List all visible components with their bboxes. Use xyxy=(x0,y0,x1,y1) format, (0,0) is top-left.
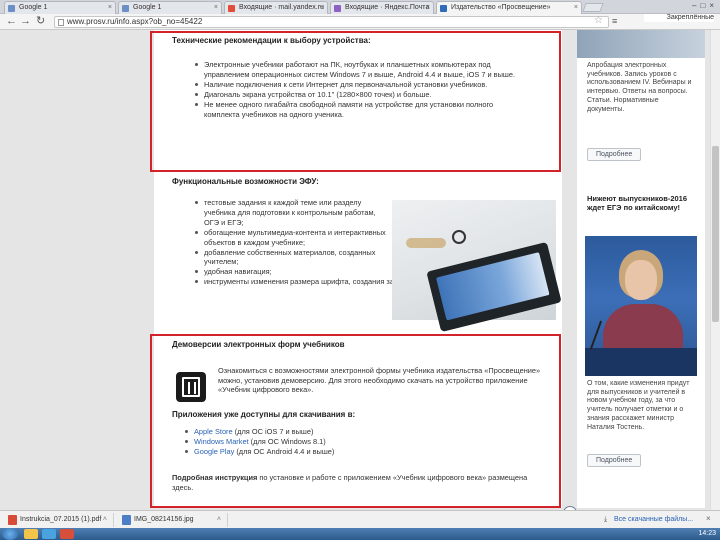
download-bar: Instrukcia_07.2015 (1).pdf ˄ IMG_0821415… xyxy=(0,510,720,528)
address-toolbar: ← → ↻ www.prosv.ru/info.aspx?ob_no=45422… xyxy=(0,14,720,30)
news-photo xyxy=(585,236,697,376)
close-icon[interactable]: × xyxy=(574,2,578,14)
magnifier-icon xyxy=(452,230,466,244)
more-button[interactable]: Подробнее xyxy=(587,454,642,467)
pdf-icon xyxy=(8,515,17,525)
chevron-up-icon[interactable]: ˄ xyxy=(103,513,107,527)
window-controls[interactable]: –□× xyxy=(692,1,718,10)
sidebar-banner xyxy=(577,30,705,58)
download-filename: Instrukcia_07.2015 (1).pdf xyxy=(20,516,102,523)
section-title: Функциональные возможности ЭФУ: xyxy=(172,177,319,186)
close-icon[interactable]: × xyxy=(426,2,430,14)
google-icon xyxy=(122,5,129,12)
list-item: удобная навигация; xyxy=(194,267,390,277)
tablet-photo xyxy=(392,200,562,333)
news-title[interactable]: Нижеют выпускников-2016 ждет ЕГЭ по кита… xyxy=(587,194,699,212)
features-list: тестовые задания к каждой теме или разде… xyxy=(194,198,455,287)
tab-0[interactable]: Google 1 × xyxy=(4,1,116,14)
start-button[interactable] xyxy=(2,528,18,540)
url-text: www.prosv.ru/info.aspx?ob_no=45422 xyxy=(67,17,203,26)
clock[interactable]: 14:23 xyxy=(698,528,716,540)
bookmark-star-icon[interactable]: ☆ xyxy=(594,15,603,26)
forward-icon[interactable]: → xyxy=(20,15,31,28)
download-item[interactable]: Instrukcia_07.2015 (1).pdf ˄ xyxy=(6,513,114,527)
close-icon[interactable]: × xyxy=(320,2,324,14)
tab-strip: Google 1 × Google 1 × Входящие · mail.ya… xyxy=(0,0,720,14)
news-text: О том, какие изменения придут для выпуск… xyxy=(587,380,690,431)
back-icon[interactable]: ← xyxy=(6,15,17,28)
close-icon[interactable]: × xyxy=(706,514,711,523)
list-item: добавление собственных материалов, созда… xyxy=(194,248,390,268)
close-icon[interactable]: × xyxy=(108,2,112,14)
tab-label: Google 1 xyxy=(133,4,162,11)
chevron-up-icon[interactable]: ˄ xyxy=(217,513,221,527)
microphone-icon xyxy=(589,320,603,350)
download-item[interactable]: IMG_08214156.jpg ˄ xyxy=(120,513,228,527)
app-icon[interactable] xyxy=(60,529,74,539)
tab-1[interactable]: Google 1 × xyxy=(118,1,222,14)
tablet-device xyxy=(426,241,562,333)
tab-label: Издательство «Просвещение» xyxy=(451,4,551,11)
sidebar: Апробация электронных учебников. Запись … xyxy=(577,30,705,508)
card-text: Апробация электронных учебников. Запись … xyxy=(587,62,692,113)
list-item: обогащение мультимедиа-контента и интера… xyxy=(194,228,390,248)
download-filename: IMG_08214156.jpg xyxy=(134,516,194,523)
tab-2[interactable]: Входящие · mail.yandex.ru × xyxy=(224,1,328,14)
page-icon xyxy=(58,19,64,26)
tab-4[interactable]: Издательство «Просвещение» × xyxy=(436,1,582,14)
reload-icon[interactable]: ↻ xyxy=(36,15,45,28)
new-tab-button[interactable] xyxy=(582,3,604,12)
photo-detail xyxy=(585,348,697,376)
highlight-box xyxy=(150,334,561,508)
browser-icon[interactable] xyxy=(42,529,56,539)
list-item: тестовые задания к каждой теме или разде… xyxy=(194,198,390,228)
show-all-downloads-link[interactable]: Все скачанные файлы... xyxy=(604,513,693,527)
mail-icon xyxy=(334,5,341,12)
image-icon xyxy=(122,515,131,525)
tab-3[interactable]: Входящие · Яндекс.Почта × xyxy=(330,1,434,14)
page-scrollbar[interactable] xyxy=(710,30,720,510)
url-field[interactable]: www.prosv.ru/info.aspx?ob_no=45422 xyxy=(54,16,609,28)
tab-label: Google 1 xyxy=(19,4,48,11)
menu-icon[interactable]: ≡ xyxy=(612,16,617,26)
page-viewport: Технические рекомендации к выбору устрой… xyxy=(0,30,710,510)
tab-label: Входящие · mail.yandex.ru xyxy=(239,4,324,11)
highlight-box xyxy=(150,31,561,172)
mail-icon xyxy=(228,5,235,12)
photo-detail xyxy=(406,238,446,248)
scroll-thumb[interactable] xyxy=(712,146,719,322)
close-icon[interactable]: × xyxy=(214,2,218,14)
google-icon xyxy=(8,5,15,12)
folder-icon[interactable] xyxy=(24,529,38,539)
bookmarks-label[interactable]: Закреплённые xyxy=(644,14,714,22)
tablet-screen xyxy=(436,252,550,321)
photo-detail xyxy=(625,260,657,300)
taskbar: 14:23 xyxy=(0,528,720,540)
tab-label: Входящие · Яндекс.Почта xyxy=(345,4,430,11)
prosv-icon xyxy=(440,5,447,12)
more-button[interactable]: Подробнее xyxy=(587,148,642,161)
